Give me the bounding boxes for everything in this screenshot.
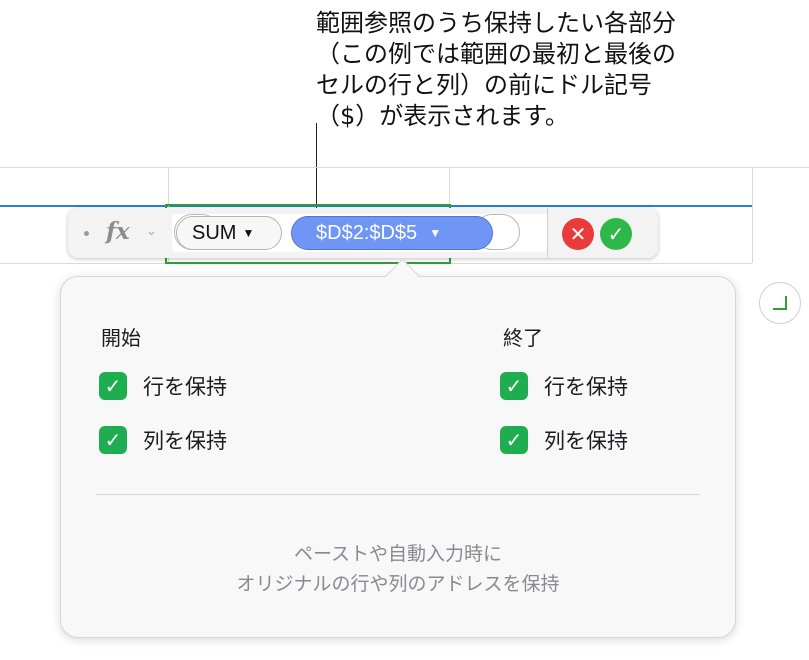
- end-heading: 終了: [503, 326, 543, 350]
- divider: [547, 208, 548, 258]
- cancel-button[interactable]: ✕: [562, 218, 594, 250]
- callout-text: 範囲参照のうち保持したい各部分 （この例では範囲の最初と最後の セルの行と列）の…: [316, 9, 676, 130]
- checkmark-icon: ✓: [607, 222, 625, 246]
- dropdown-arrow-icon: ▼: [429, 226, 442, 240]
- grid-line: [0, 167, 809, 168]
- accept-button[interactable]: ✓: [600, 218, 632, 250]
- range-reference-token[interactable]: $D$2:$D$5 ▼: [291, 216, 493, 250]
- checkbox-checked-icon[interactable]: ✓: [500, 372, 528, 400]
- checkbox-checked-icon[interactable]: ✓: [99, 426, 127, 454]
- cell-corner-handle[interactable]: [759, 282, 801, 324]
- option-label: 行を保持: [143, 375, 227, 399]
- end-preserve-row-option[interactable]: ✓ 行を保持: [500, 371, 628, 401]
- function-token-label: SUM: [192, 222, 237, 244]
- function-icon[interactable]: fx: [106, 218, 130, 245]
- option-label: 列を保持: [544, 429, 628, 453]
- formula-editor: fx ⌄ SUM ▼ $D$2:$D$5 ▼ ✕ ✓: [68, 208, 658, 258]
- start-heading: 開始: [101, 326, 141, 350]
- checkbox-checked-icon[interactable]: ✓: [500, 426, 528, 454]
- end-preserve-column-option[interactable]: ✓ 列を保持: [500, 425, 628, 455]
- checkbox-checked-icon[interactable]: ✓: [99, 372, 127, 400]
- divider: [96, 494, 700, 495]
- function-token-sum[interactable]: SUM ▼: [176, 216, 282, 250]
- range-options-popover: 開始 ✓ 行を保持 ✓ 列を保持 終了 ✓ 行を保持 ✓ 列を保持 ペーストや自…: [60, 276, 736, 638]
- footnote-text: ペーストや自動入力時に オリジナルの行や列のアドレスを保持: [236, 543, 560, 595]
- option-label: 列を保持: [143, 429, 227, 453]
- range-reference-label: $D$2:$D$5: [316, 222, 418, 244]
- start-preserve-column-option[interactable]: ✓ 列を保持: [99, 425, 227, 455]
- option-label: 行を保持: [544, 375, 628, 399]
- start-preserve-row-option[interactable]: ✓ 行を保持: [99, 371, 227, 401]
- chevron-down-icon[interactable]: ⌄: [146, 224, 157, 239]
- drag-handle[interactable]: [84, 231, 89, 236]
- grid-line: [752, 167, 753, 263]
- dropdown-arrow-icon: ▼: [242, 226, 255, 240]
- close-icon: ✕: [569, 222, 587, 246]
